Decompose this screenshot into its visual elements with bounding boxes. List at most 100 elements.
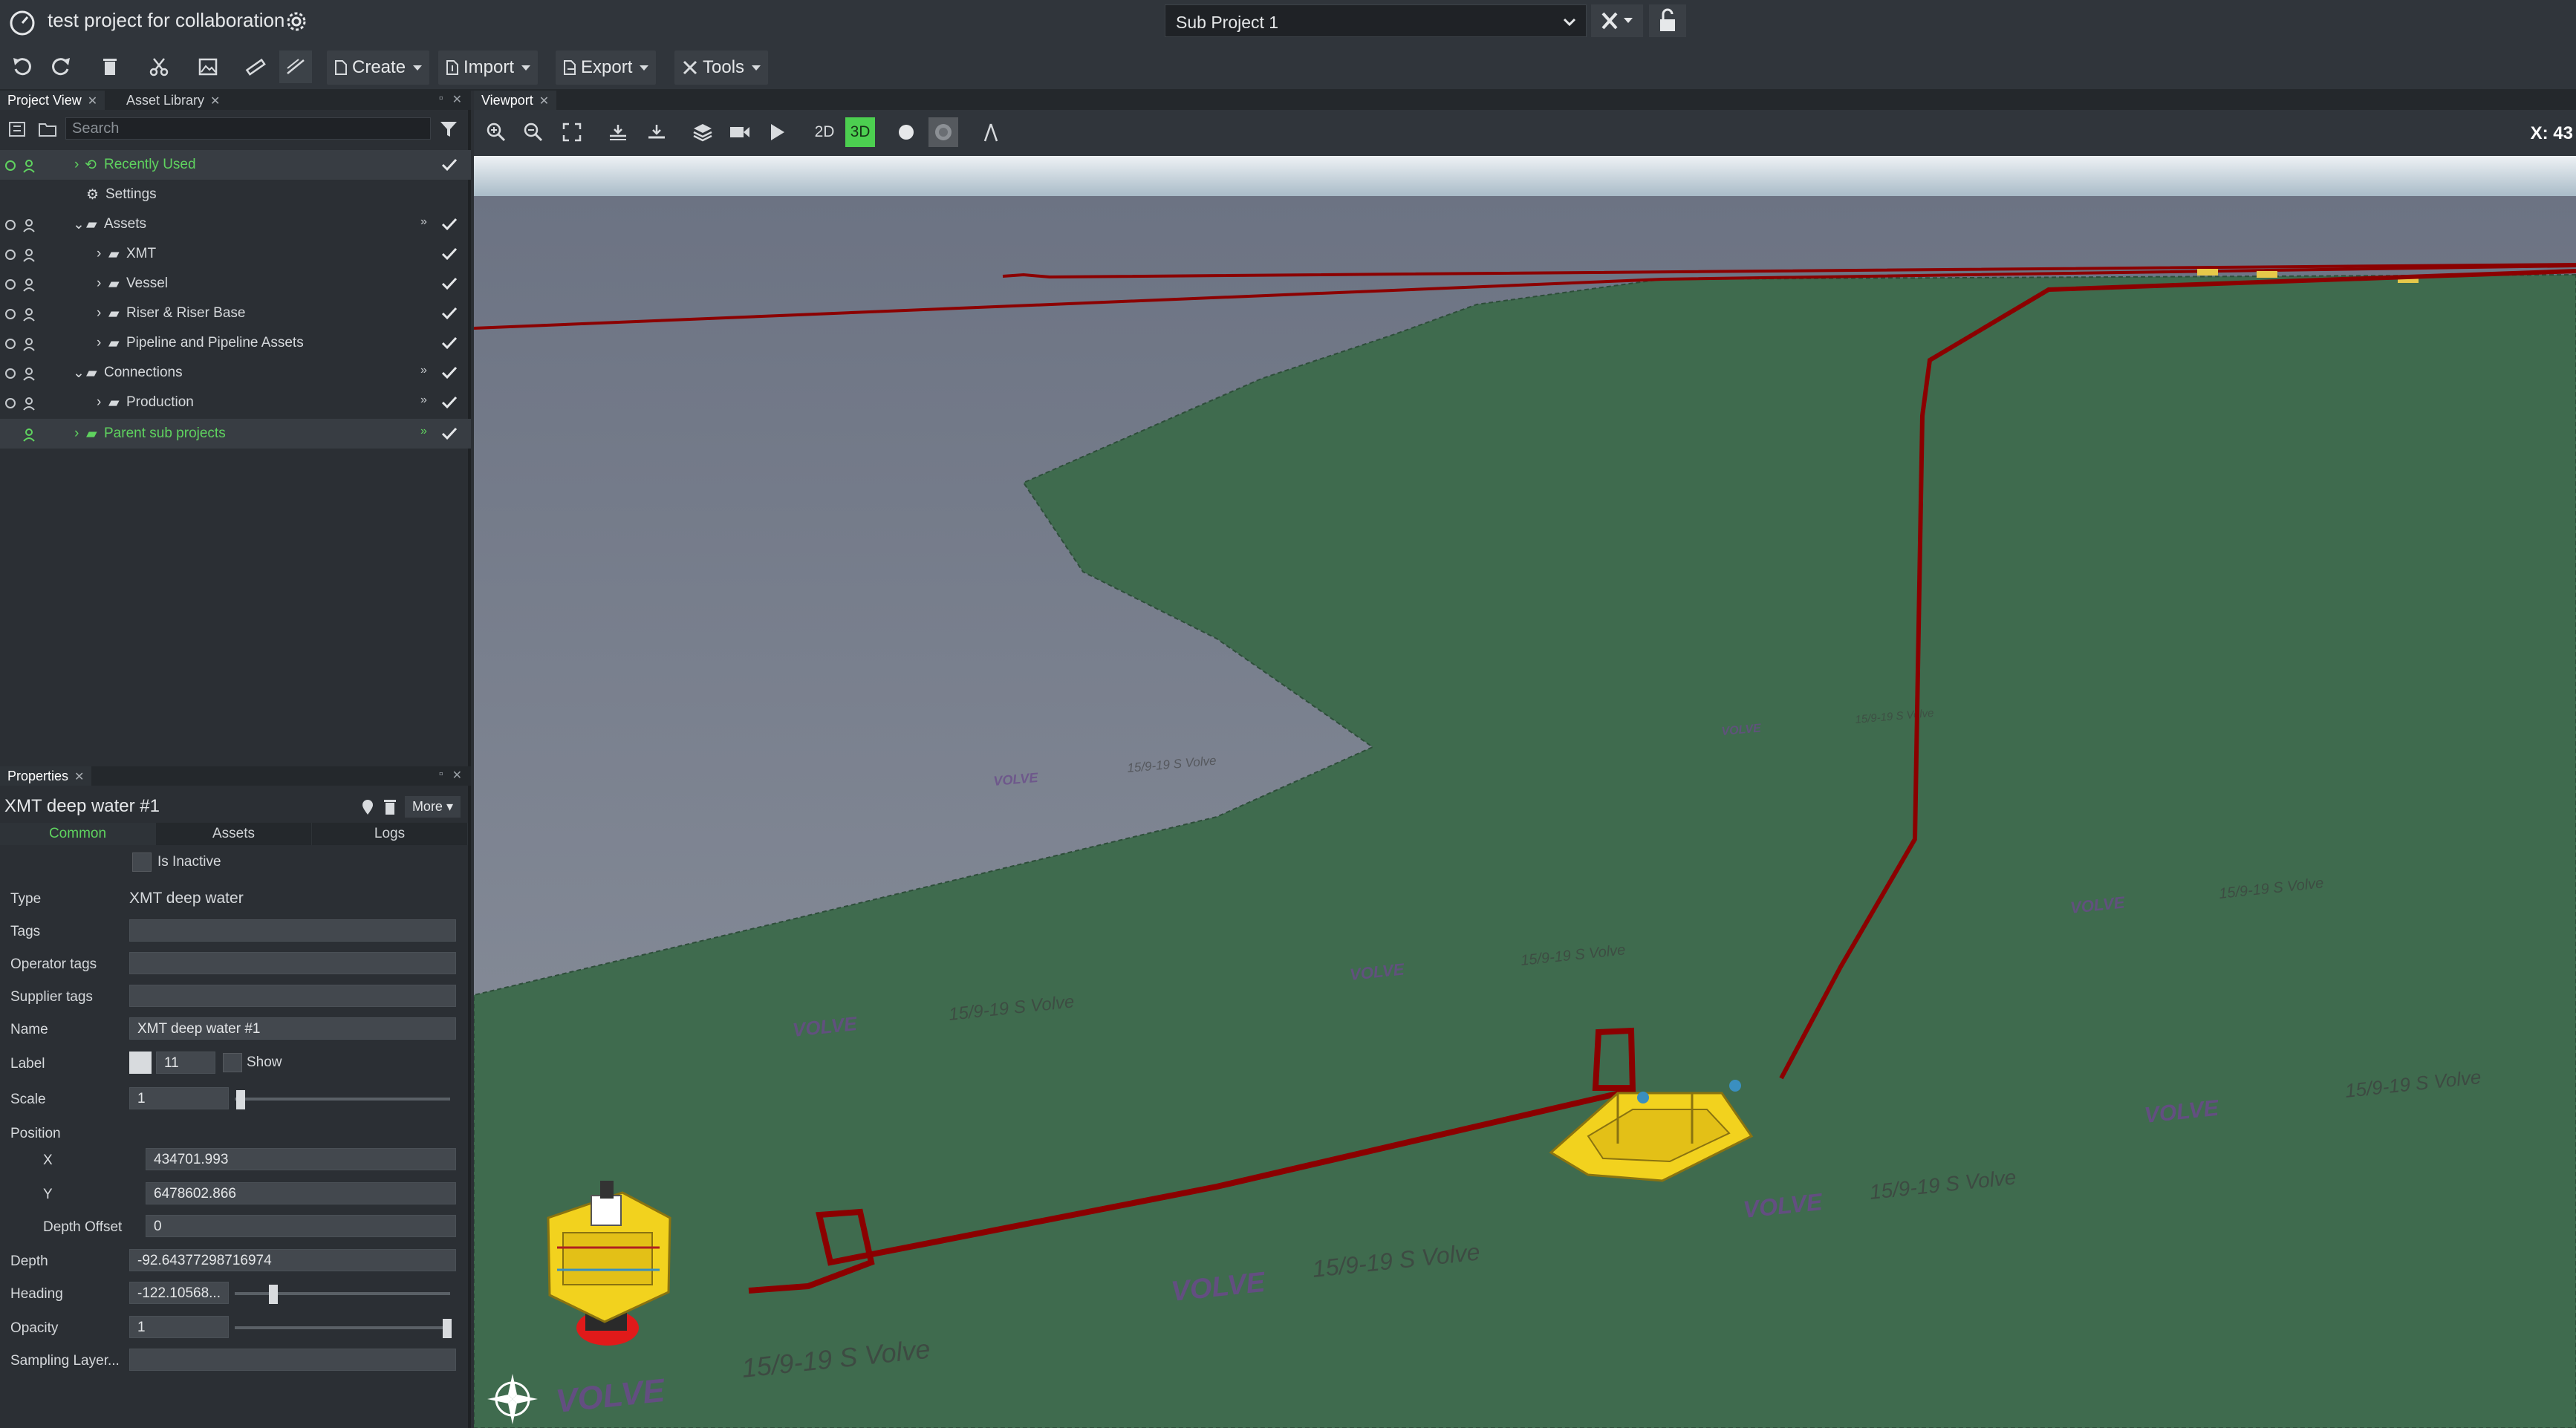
play-button[interactable] (762, 117, 792, 147)
double-chevron-icon[interactable]: » (420, 425, 434, 441)
visibility-toggle-icon[interactable] (4, 365, 42, 382)
heading-field[interactable]: -122.10568... (129, 1282, 229, 1304)
visibility-toggle-icon[interactable] (4, 426, 42, 443)
redo-button[interactable] (45, 50, 77, 83)
more-button[interactable]: More ▾ (404, 796, 461, 818)
heading-slider[interactable] (235, 1292, 450, 1295)
visibility-toggle-icon[interactable] (4, 276, 42, 293)
sub-project-select[interactable]: Sub Project 1 (1165, 4, 1587, 37)
double-chevron-icon[interactable]: » (420, 364, 434, 380)
close-icon[interactable]: ✕ (210, 95, 220, 108)
undo-button[interactable] (6, 50, 39, 83)
scale-slider[interactable] (235, 1098, 450, 1101)
name-field[interactable]: XMT deep water #1 (129, 1017, 456, 1040)
cut-button[interactable] (143, 50, 175, 83)
filter-icon[interactable] (440, 121, 458, 137)
tree-item-xmt[interactable]: › ▰ XMT (0, 239, 471, 269)
import-menu[interactable]: Import (438, 50, 539, 85)
zoom-out-button[interactable] (518, 117, 548, 147)
chevron-down-icon[interactable]: ⌄ (73, 365, 85, 382)
visibility-toggle-icon[interactable] (4, 247, 42, 263)
locate-pin-icon[interactable] (360, 798, 375, 816)
heading-slider-thumb[interactable] (269, 1285, 278, 1304)
sea-surface-button[interactable] (603, 117, 633, 147)
chevron-right-icon[interactable]: › (74, 157, 79, 173)
tags-field[interactable] (129, 919, 456, 942)
tab-viewport[interactable]: Viewport ✕ (474, 91, 557, 110)
zoom-in-button[interactable] (481, 117, 511, 147)
tab-project-view[interactable]: Project View ✕ (0, 91, 105, 110)
check-icon[interactable] (441, 157, 458, 172)
double-chevron-icon[interactable]: » (420, 215, 434, 232)
check-icon[interactable] (441, 306, 458, 321)
chevron-right-icon[interactable]: › (97, 305, 101, 322)
tab-assets[interactable]: Assets (156, 823, 312, 845)
layers-button[interactable] (688, 117, 718, 147)
maximize-icon[interactable]: ▫ (439, 768, 443, 783)
close-icon[interactable]: ✕ (74, 771, 84, 783)
label-size-field[interactable]: 11 (156, 1052, 215, 1074)
check-icon[interactable] (441, 247, 458, 261)
tree-item-pipeline[interactable]: › ▰ Pipeline and Pipeline Assets (0, 328, 471, 358)
tree-view-icon[interactable] (9, 122, 25, 137)
check-icon[interactable] (441, 426, 458, 441)
check-icon[interactable] (441, 395, 458, 410)
tree-item-recently-used[interactable]: › ⟲ Recently Used (0, 150, 471, 180)
visibility-toggle-icon[interactable] (4, 217, 42, 233)
supplier-tags-field[interactable] (129, 985, 456, 1007)
trash-icon[interactable] (383, 798, 397, 816)
chevron-right-icon[interactable]: › (97, 335, 101, 351)
scale-slider-thumb[interactable] (236, 1090, 245, 1109)
tree-item-vessel[interactable]: › ▰ Vessel (0, 269, 471, 299)
screenshot-button[interactable] (192, 50, 224, 83)
gear-icon[interactable] (282, 7, 310, 36)
operator-tags-field[interactable] (129, 952, 456, 974)
create-menu[interactable]: Create (327, 50, 430, 85)
check-icon[interactable] (441, 276, 458, 291)
visibility-toggle-icon[interactable] (4, 157, 42, 174)
chevron-right-icon[interactable]: › (97, 246, 101, 262)
fit-view-button[interactable] (557, 117, 587, 147)
double-chevron-icon[interactable]: » (420, 394, 434, 410)
close-icon[interactable]: ✕ (452, 92, 462, 107)
chevron-right-icon[interactable]: › (74, 426, 79, 442)
tree-item-parent-sub-projects[interactable]: › ▰ Parent sub projects » (0, 419, 471, 449)
search-input[interactable]: Search (65, 117, 431, 140)
compass-tool-button[interactable] (976, 117, 1006, 147)
camera-button[interactable] (725, 117, 755, 147)
opacity-field[interactable]: 1 (129, 1316, 229, 1338)
tab-asset-library[interactable]: Asset Library ✕ (119, 91, 227, 110)
close-icon[interactable]: ✕ (88, 95, 97, 108)
check-icon[interactable] (441, 217, 458, 232)
3d-scene[interactable]: VOLVE 15/9-19 S Volve VOLVE 15/9-19 S Vo… (474, 156, 2576, 1428)
opacity-slider-thumb[interactable] (443, 1319, 452, 1338)
tree-item-assets[interactable]: ⌄ ▰ Assets » (0, 209, 471, 239)
lock-button[interactable] (1649, 4, 1686, 37)
maximize-icon[interactable]: ▫ (439, 92, 443, 107)
show-label-checkbox[interactable] (223, 1053, 242, 1072)
chevron-down-icon[interactable]: ⌄ (73, 216, 85, 233)
view-2d-button[interactable]: 2D (810, 117, 839, 147)
is-inactive-checkbox[interactable] (132, 852, 152, 872)
seabed-button[interactable] (642, 117, 671, 147)
tree-item-connections[interactable]: ⌄ ▰ Connections » (0, 358, 471, 388)
tree-item-production[interactable]: › ▰ Production » (0, 388, 471, 417)
visibility-toggle-icon[interactable] (4, 336, 42, 352)
opacity-slider[interactable] (235, 1326, 450, 1329)
visibility-toggle-icon[interactable] (4, 395, 42, 411)
depth-offset-field[interactable]: 0 (146, 1215, 456, 1237)
chevron-right-icon[interactable]: › (97, 394, 101, 411)
shading-button[interactable] (891, 117, 921, 147)
scale-field[interactable]: 1 (129, 1087, 229, 1109)
position-y-field[interactable]: 6478602.866 (146, 1182, 456, 1204)
tab-logs[interactable]: Logs (312, 823, 468, 845)
tab-common[interactable]: Common (0, 823, 156, 845)
label-color-swatch[interactable] (129, 1052, 152, 1074)
tree-item-settings[interactable]: ⚙ Settings (0, 180, 471, 209)
visibility-toggle-icon[interactable] (4, 306, 42, 322)
folder-view-icon[interactable] (39, 122, 56, 137)
tools-settings-dropdown[interactable] (1591, 4, 1643, 37)
sampling-layer-field[interactable] (129, 1349, 456, 1371)
close-icon[interactable]: ✕ (452, 768, 462, 783)
tools-menu[interactable]: Tools (674, 50, 769, 85)
